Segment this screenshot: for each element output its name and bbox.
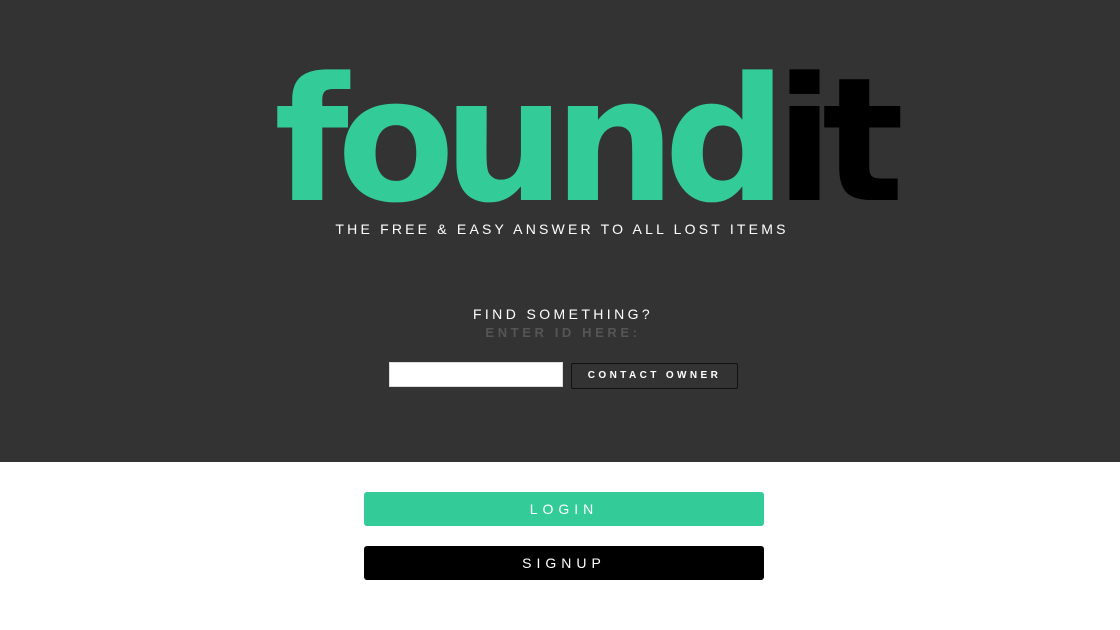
login-button[interactable]: LOGIN — [364, 492, 764, 526]
find-heading: FIND SOMETHING? — [472, 306, 654, 322]
contact-owner-button[interactable]: CONTACT OWNER — [571, 363, 738, 389]
enter-id-label: ENTER ID HERE: — [485, 325, 641, 340]
logo-text-found: found — [274, 40, 787, 241]
signup-button[interactable]: SIGNUP — [364, 546, 764, 580]
tagline: THE FREE & EASY ANSWER TO ALL LOST ITEMS — [335, 221, 789, 237]
logo-text-it: it — [775, 40, 904, 241]
hero-section: foundit THE FREE & EASY ANSWER TO ALL LO… — [0, 0, 1120, 462]
foundit-logo: foundit — [274, 55, 904, 227]
item-id-input[interactable] — [389, 362, 563, 387]
